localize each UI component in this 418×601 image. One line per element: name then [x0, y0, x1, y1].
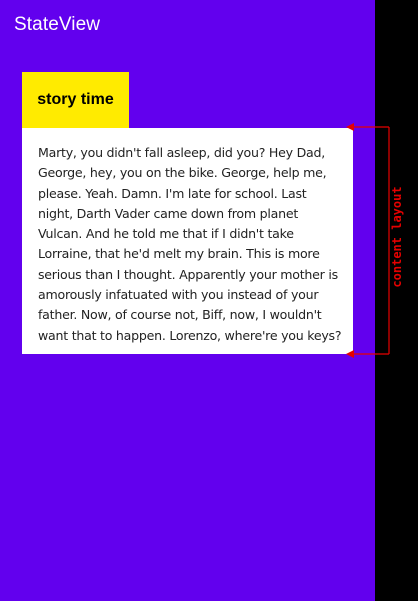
arrow-top-icon	[346, 123, 354, 131]
story-text: Marty, you didn't fall asleep, did you? …	[38, 145, 342, 343]
app-title: StateView	[14, 14, 101, 35]
content-layout: Marty, you didn't fall asleep, did you? …	[22, 128, 353, 354]
tab-story-time[interactable]: story time	[22, 72, 129, 128]
tab-label: story time	[37, 91, 114, 108]
content-layout-label: content layout	[390, 186, 404, 288]
content-layout-bracket	[346, 123, 390, 358]
app-screen: StateView story time Marty, you didn't f…	[0, 0, 375, 601]
arrow-bottom-icon	[346, 350, 354, 358]
